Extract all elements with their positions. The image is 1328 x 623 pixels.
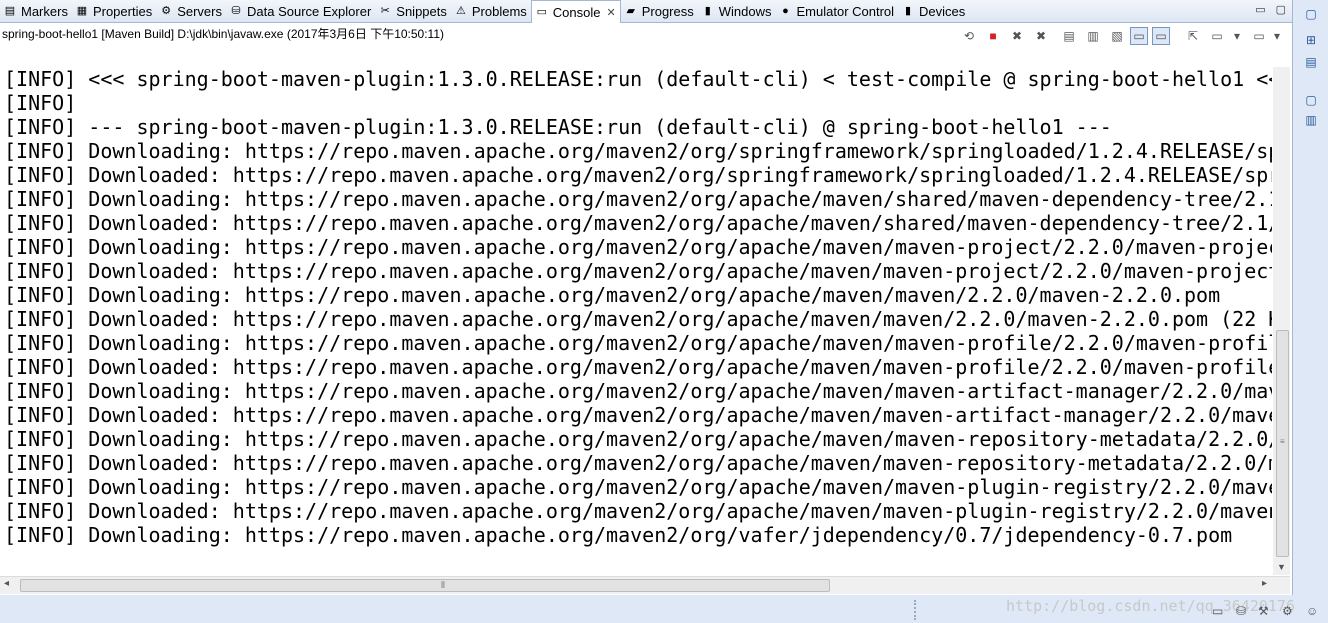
devices-icon: ▮: [905, 5, 912, 17]
console-view: ▤ Markers ▦ Properties ⚙ Servers ⛁ Data Source …: [0, 0, 1293, 595]
console-line: [INFO] <<< spring-boot-maven-plugin:1.3.…: [4, 67, 1272, 91]
console-icon: ▭: [536, 6, 547, 18]
minimize-icon[interactable]: ▭: [1255, 3, 1265, 16]
tab-data-source-explorer[interactable]: ⛁ Data Source Explorer: [226, 0, 375, 22]
pin-console-icon[interactable]: ⇱: [1184, 27, 1202, 45]
display-selected-console-dropdown-icon[interactable]: ▾: [1228, 27, 1246, 45]
watermark: http://blog.csdn.net/qq_36420176: [1006, 597, 1295, 615]
tab-snippets[interactable]: ✂ Snippets: [375, 0, 451, 22]
remove-all-icon[interactable]: ✖: [1032, 27, 1050, 45]
open-console-icon[interactable]: ▭: [1250, 27, 1268, 45]
tab-label: Snippets: [396, 3, 447, 19]
tab-label: Servers: [177, 3, 222, 19]
console-line: [INFO] Downloaded: https://repo.maven.ap…: [4, 259, 1272, 283]
console-line: [INFO] Downloaded: https://repo.maven.ap…: [4, 355, 1272, 379]
console-line: [INFO] Downloading: https://repo.maven.a…: [4, 235, 1272, 259]
horizontal-scroll-thumb[interactable]: ⦀: [20, 579, 830, 592]
console-line: [INFO] Downloading: https://repo.maven.a…: [4, 283, 1221, 307]
tab-label: Progress: [641, 3, 694, 19]
tab-servers[interactable]: ⚙ Servers: [156, 0, 226, 22]
tab-problems[interactable]: ⚠ Problems: [451, 0, 531, 22]
tab-label: Markers: [21, 3, 68, 19]
console-line: [INFO] Downloaded: https://repo.maven.ap…: [4, 499, 1272, 523]
console-line: [INFO] Downloaded: https://repo.maven.ap…: [4, 403, 1272, 427]
properties-icon: ▦: [76, 5, 88, 17]
tab-label: Problems: [471, 3, 527, 19]
process-label: spring-boot-hello1 [Maven Build] D:\jdk\…: [2, 27, 445, 41]
tab-label: Data Source Explorer: [247, 3, 372, 19]
snippets-icon: ✂: [380, 5, 390, 17]
vertical-grip-icon: ≡: [1280, 437, 1285, 446]
right-trim-stack: ▢ ⊞ ▤ ▢ ▥: [1294, 0, 1328, 623]
console-line: [INFO] Downloading: https://repo.maven.a…: [4, 331, 1272, 355]
view-tab-bar: ▤ Markers ▦ Properties ⚙ Servers ⛁ Data Source …: [0, 0, 1292, 23]
display-selected-console-icon[interactable]: ▭: [1208, 27, 1226, 45]
maximize-icon[interactable]: ▢: [1276, 3, 1286, 16]
progress-icon: ▰: [626, 5, 635, 17]
tab-windows[interactable]: ▮ Windows: [698, 0, 776, 22]
close-icon[interactable]: ✕: [607, 6, 616, 19]
console-line: [INFO] Downloaded: https://repo.maven.ap…: [4, 307, 1272, 331]
tab-label: Emulator Control: [796, 3, 895, 19]
show-on-stdout-icon[interactable]: ▭: [1130, 27, 1148, 45]
outline-view-icon[interactable]: ⊞: [1303, 32, 1319, 48]
status-gear-icon[interactable]: ⚙: [1282, 604, 1293, 618]
scroll-right-arrow-icon[interactable]: ▸: [1262, 578, 1267, 589]
console-line: [INFO] Downloading: https://repo.maven.a…: [4, 379, 1272, 403]
restore-icon-2[interactable]: ▢: [1303, 92, 1319, 108]
restore-icon[interactable]: ▢: [1303, 6, 1319, 22]
console-line: [INFO] Downloaded: https://repo.maven.ap…: [4, 451, 1272, 475]
servers-icon: ⚙: [161, 5, 172, 17]
tab-progress[interactable]: ▰ Progress: [621, 0, 698, 22]
console-line: [INFO] Downloading: https://repo.maven.a…: [4, 475, 1272, 499]
tab-properties[interactable]: ▦ Properties: [72, 0, 156, 22]
scroll-left-arrow-icon[interactable]: ◂: [4, 578, 9, 589]
view-panel-icon[interactable]: ▥: [1303, 112, 1319, 128]
tab-markers[interactable]: ▤ Markers: [0, 0, 72, 22]
console-line: [INFO]: [4, 91, 77, 115]
tab-emulator-control[interactable]: ● Emulator Control: [776, 0, 899, 22]
view-window-controls: ▭ ▢: [1255, 3, 1286, 16]
tab-label: Windows: [718, 3, 772, 19]
tab-label: Console: [552, 4, 601, 20]
horizontal-grip-icon: ⦀: [441, 580, 445, 590]
tab-devices[interactable]: ▮ Devices: [898, 0, 969, 22]
show-on-stderr-icon[interactable]: ▭: [1152, 27, 1170, 45]
console-line: [INFO] Downloading: https://repo.maven.a…: [4, 523, 1233, 547]
tab-label: Devices: [919, 3, 966, 19]
tab-label: Properties: [92, 3, 153, 19]
scroll-down-arrow-icon[interactable]: ▼: [1277, 562, 1286, 572]
status-database-icon[interactable]: ⛁: [1236, 604, 1246, 618]
emulator-control-icon: ●: [782, 5, 789, 17]
status-user-icon[interactable]: ☺: [1306, 604, 1318, 618]
horizontal-scrollbar[interactable]: ◂ ⦀ ▸: [0, 576, 1290, 594]
remove-launch-icon[interactable]: ⟲: [960, 27, 978, 45]
markers-icon: ▤: [4, 5, 16, 17]
vertical-scrollbar[interactable]: [1273, 67, 1290, 575]
status-tool-icon[interactable]: ⚒: [1258, 604, 1269, 618]
console-line: [INFO] Downloaded: https://repo.maven.ap…: [4, 163, 1272, 187]
console-line: [INFO] Downloading: https://repo.maven.a…: [4, 139, 1272, 163]
terminate-icon[interactable]: ■: [984, 27, 1002, 45]
status-bar-grip: [914, 600, 919, 620]
word-wrap-icon[interactable]: ▧: [1108, 27, 1126, 45]
windows-icon: ▮: [704, 5, 711, 17]
data-source-icon: ⛁: [231, 5, 241, 17]
tab-console[interactable]: ▭ Console ✕: [530, 0, 621, 23]
scroll-lock-icon[interactable]: ▥: [1084, 27, 1102, 45]
open-console-dropdown-icon[interactable]: ▾: [1268, 27, 1286, 45]
status-folder-icon[interactable]: ▭: [1212, 604, 1223, 618]
console-line: [INFO] Downloading: https://repo.maven.a…: [4, 187, 1272, 211]
console-line: [INFO] Downloading: https://repo.maven.a…: [4, 427, 1272, 451]
console-output[interactable]: [INFO] <<< spring-boot-maven-plugin:1.3.…: [4, 67, 1272, 575]
console-line: [INFO] --- spring-boot-maven-plugin:1.3.…: [4, 115, 1112, 139]
remove-all-terminated-icon[interactable]: ✖: [1008, 27, 1026, 45]
problems-icon: ⚠: [455, 5, 466, 17]
console-line: [INFO] Downloaded: https://repo.maven.ap…: [4, 211, 1272, 235]
clear-console-icon[interactable]: ▤: [1060, 27, 1078, 45]
task-list-icon[interactable]: ▤: [1303, 54, 1319, 70]
